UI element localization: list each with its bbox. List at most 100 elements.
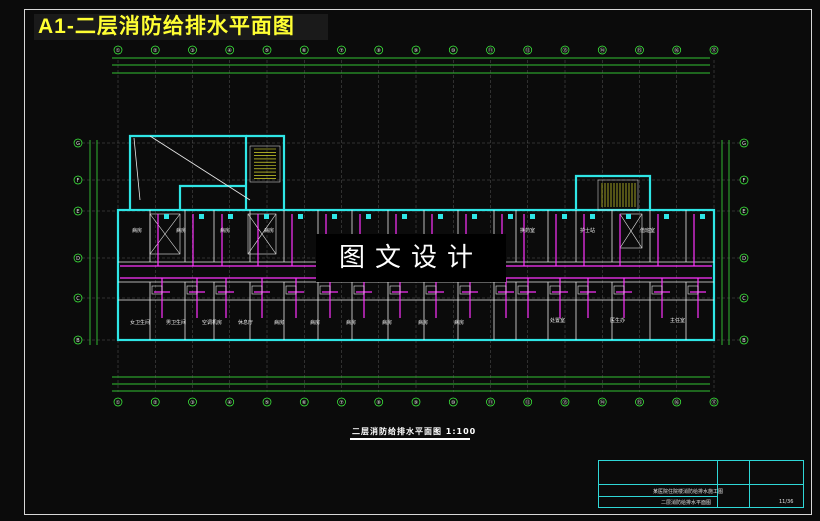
grid-bubble-bottom: ⑭: [600, 399, 605, 406]
grid-bubbles-right: G F E D C B: [739, 138, 749, 345]
room-label: 病房: [454, 319, 464, 326]
grid-bubbles-left: G F E D C B: [73, 138, 83, 345]
grid-bubble-right: G: [742, 141, 746, 147]
room-label: 主任室: [670, 317, 685, 324]
stair-left-treads: [254, 148, 276, 179]
title-block-sheet: 11/36: [779, 499, 794, 505]
grid-bubble-bottom: ⑧: [377, 400, 382, 406]
grid-axis-lines: [82, 60, 740, 392]
fixture-basin: [459, 285, 471, 295]
grid-bubble-right: B: [742, 338, 746, 344]
grid-bubble-top: ⑩: [451, 48, 456, 54]
grid-bubble-top: ⑯: [674, 47, 679, 54]
right-dimension-lines: [721, 140, 730, 345]
grid-bubbles-top: ① ② ③ ④ ⑤ ⑥ ⑦ ⑧ ⑨ ⑩ ⑪ ⑫ ⑬ ⑭ ⑮ ⑯ ⑰: [113, 45, 719, 55]
fixture-riser: [228, 214, 233, 219]
fixture-riser: [700, 214, 705, 219]
fixture-basin: [687, 285, 699, 295]
grid-bubble-bottom: ①: [116, 400, 121, 406]
fixture-basin: [186, 285, 198, 295]
grid-bubble-top: ⑤: [265, 48, 269, 54]
grid-bubble-left: D: [76, 256, 80, 262]
grid-bubble-bottom: ⑫: [525, 399, 530, 406]
grid-bubble-left: B: [76, 338, 80, 344]
grid-bubble-left: E: [76, 209, 79, 215]
cad-drawing-sheet: A1-二层消防给排水平面图 ①②③④⑤⑥⑦⑧⑨⑩⑪⑫⑬⑭⑮⑯⑰ ①②③④⑤⑥⑦⑧…: [0, 0, 820, 521]
fixture-riser: [664, 214, 669, 219]
grid-bubble-bottom: ⑤: [265, 400, 269, 406]
title-block-project: 某医院住院楼消防给排水施工图: [653, 489, 724, 495]
title-block-rule: [717, 461, 718, 507]
fixture-riser: [590, 214, 595, 219]
title-block-drawing-name: 二层消防给排水平面图: [661, 500, 712, 506]
title-block-rule: [599, 496, 717, 497]
drawing-caption: 二层消防给排水平面图 1:100: [352, 427, 477, 436]
room-label: 病房: [310, 319, 320, 326]
fixture-basin: [425, 285, 437, 295]
room-label: 病房: [176, 227, 186, 234]
fixture-riser: [402, 214, 407, 219]
grid-bubble-top: ⑧: [377, 48, 382, 54]
grid-bubble-bottom: ⑯: [674, 399, 679, 406]
watermark-banner: 图文设计: [316, 234, 506, 282]
grid-bubble-top: ⑨: [414, 48, 418, 54]
grid-bubble-bottom: ⑨: [414, 400, 418, 406]
grid-bubble-bottom: ⑬: [562, 399, 567, 406]
room-label: 病房: [274, 319, 284, 326]
fixture-riser: [530, 214, 535, 219]
fixture-basin: [353, 285, 365, 295]
fixture-basin: [549, 285, 561, 295]
room-label: 医生办: [610, 317, 625, 324]
room-label: 病房: [382, 319, 392, 326]
room-label: 处置室: [550, 317, 565, 324]
grid-bubble-top: ⑰: [711, 47, 716, 54]
fixture-basin: [215, 285, 227, 295]
grid-bubble-right: D: [742, 256, 746, 262]
grid-bubble-top: ⑭: [600, 47, 605, 54]
room-label: 值班室: [640, 227, 655, 234]
room-label: 休息厅: [238, 319, 253, 326]
fixture-riser: [298, 214, 303, 219]
grid-bubble-bottom: ⑰: [711, 399, 716, 406]
fixture-basin: [577, 285, 589, 295]
fixture-basin: [251, 285, 263, 295]
fixture-riser: [626, 214, 631, 219]
fixture-riser: [199, 214, 204, 219]
fixture-riser: [562, 214, 567, 219]
stair-left: [249, 145, 281, 183]
top-dimension-lines: [112, 57, 710, 74]
grid-bubble-bottom: ⑪: [488, 399, 493, 406]
grid-bubble-top: ②: [153, 48, 158, 54]
room-label: 病房: [418, 319, 428, 326]
grid-bubble-top: ⑫: [525, 47, 530, 54]
grid-bubble-right: C: [742, 296, 746, 302]
left-dimension-lines: [89, 140, 98, 345]
grid-bubble-bottom: ③: [190, 400, 194, 406]
stair-right-treads: [601, 183, 636, 207]
grid-bubble-bottom: ⑩: [451, 400, 456, 406]
fixture-riser: [472, 214, 477, 219]
fixture-basin: [151, 285, 163, 295]
grid-bubble-right: E: [742, 209, 745, 215]
grid-bubble-top: ⑥: [302, 48, 307, 54]
fixture-riser: [164, 214, 169, 219]
bottom-dimension-lines: [112, 376, 710, 392]
fixture-basin: [613, 285, 625, 295]
grid-bubble-top: ⑪: [488, 47, 493, 54]
fixture-basin: [285, 285, 297, 295]
grid-bubble-top: ③: [190, 48, 194, 54]
fixture-riser: [366, 214, 371, 219]
fixture-riser: [332, 214, 337, 219]
grid-bubble-left: G: [76, 141, 80, 147]
grid-bubble-left: C: [76, 296, 80, 302]
fixture-basin: [389, 285, 401, 295]
room-label: 换药室: [520, 227, 535, 234]
room-label: 护士站: [580, 227, 595, 234]
fixture-basin: [319, 285, 331, 295]
grid-bubble-bottom: ⑦: [339, 400, 344, 406]
room-label: 男卫生间: [166, 319, 186, 326]
room-label: 空调机房: [202, 319, 222, 326]
fixture-basin: [651, 285, 663, 295]
grid-bubble-bottom: ⑥: [302, 400, 307, 406]
grid-bubble-top: ⑬: [562, 47, 567, 54]
